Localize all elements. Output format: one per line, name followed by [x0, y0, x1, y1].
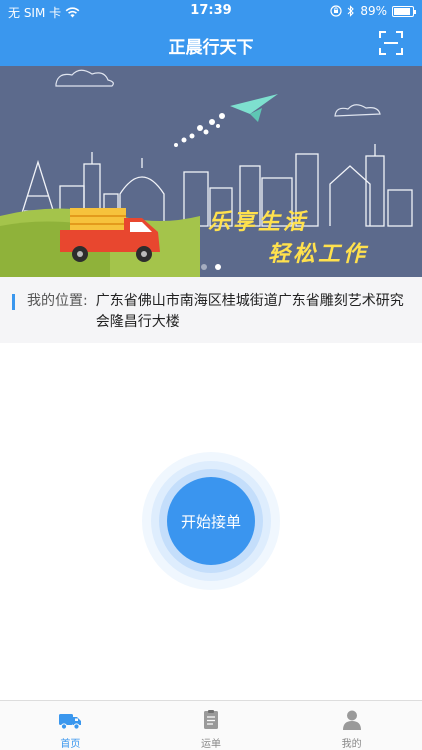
page-title: 正晨行天下	[168, 38, 254, 58]
banner-slogan-line1: 乐享生活	[208, 210, 309, 235]
location-accent-bar	[12, 294, 15, 310]
start-order-area: 开始接单	[142, 452, 280, 590]
carousel-dot[interactable]	[201, 264, 207, 270]
location-label: 我的位置:	[27, 293, 88, 309]
status-bar: 无 SIM 卡 17:39 89%	[0, 0, 422, 22]
start-order-button[interactable]: 开始接单	[167, 477, 255, 565]
orientation-lock-icon	[330, 5, 342, 17]
paper-plane-icon	[230, 94, 278, 122]
clipboard-icon	[204, 710, 218, 729]
status-bar-right: 89%	[330, 4, 416, 18]
app-header: 无 SIM 卡 17:39 89% 正晨行天下	[0, 0, 422, 66]
carousel-indicator	[0, 264, 422, 270]
tab-home[interactable]: 首页	[0, 701, 141, 750]
banner-carousel[interactable]: 乐享生活 轻松工作	[0, 66, 422, 277]
bluetooth-icon	[347, 5, 355, 17]
cloud-icon	[55, 69, 114, 87]
tab-mine[interactable]: 我的	[281, 701, 422, 750]
cloud-icon	[334, 104, 381, 117]
location-panel: 我的位置: 广东省佛山市南海区桂城街道广东省雕刻艺术研究会隆昌行大楼	[0, 277, 422, 343]
scan-icon[interactable]	[378, 30, 404, 56]
user-icon	[342, 710, 361, 730]
tab-label: 我的	[341, 739, 362, 750]
tab-label: 首页	[60, 739, 81, 750]
carousel-dot-active[interactable]	[215, 264, 221, 270]
tab-bar: 首页 运单 我的	[0, 700, 422, 750]
location-value: 广东省佛山市南海区桂城街道广东省雕刻艺术研究会隆昌行大楼	[95, 293, 404, 330]
hearts-icon	[174, 113, 225, 147]
truck-icon	[59, 714, 82, 730]
tab-label: 运单	[201, 739, 221, 750]
battery-level	[394, 7, 411, 15]
battery-text: 89%	[360, 4, 387, 18]
battery-icon	[392, 5, 416, 17]
tab-waybill[interactable]: 运单	[141, 701, 282, 750]
